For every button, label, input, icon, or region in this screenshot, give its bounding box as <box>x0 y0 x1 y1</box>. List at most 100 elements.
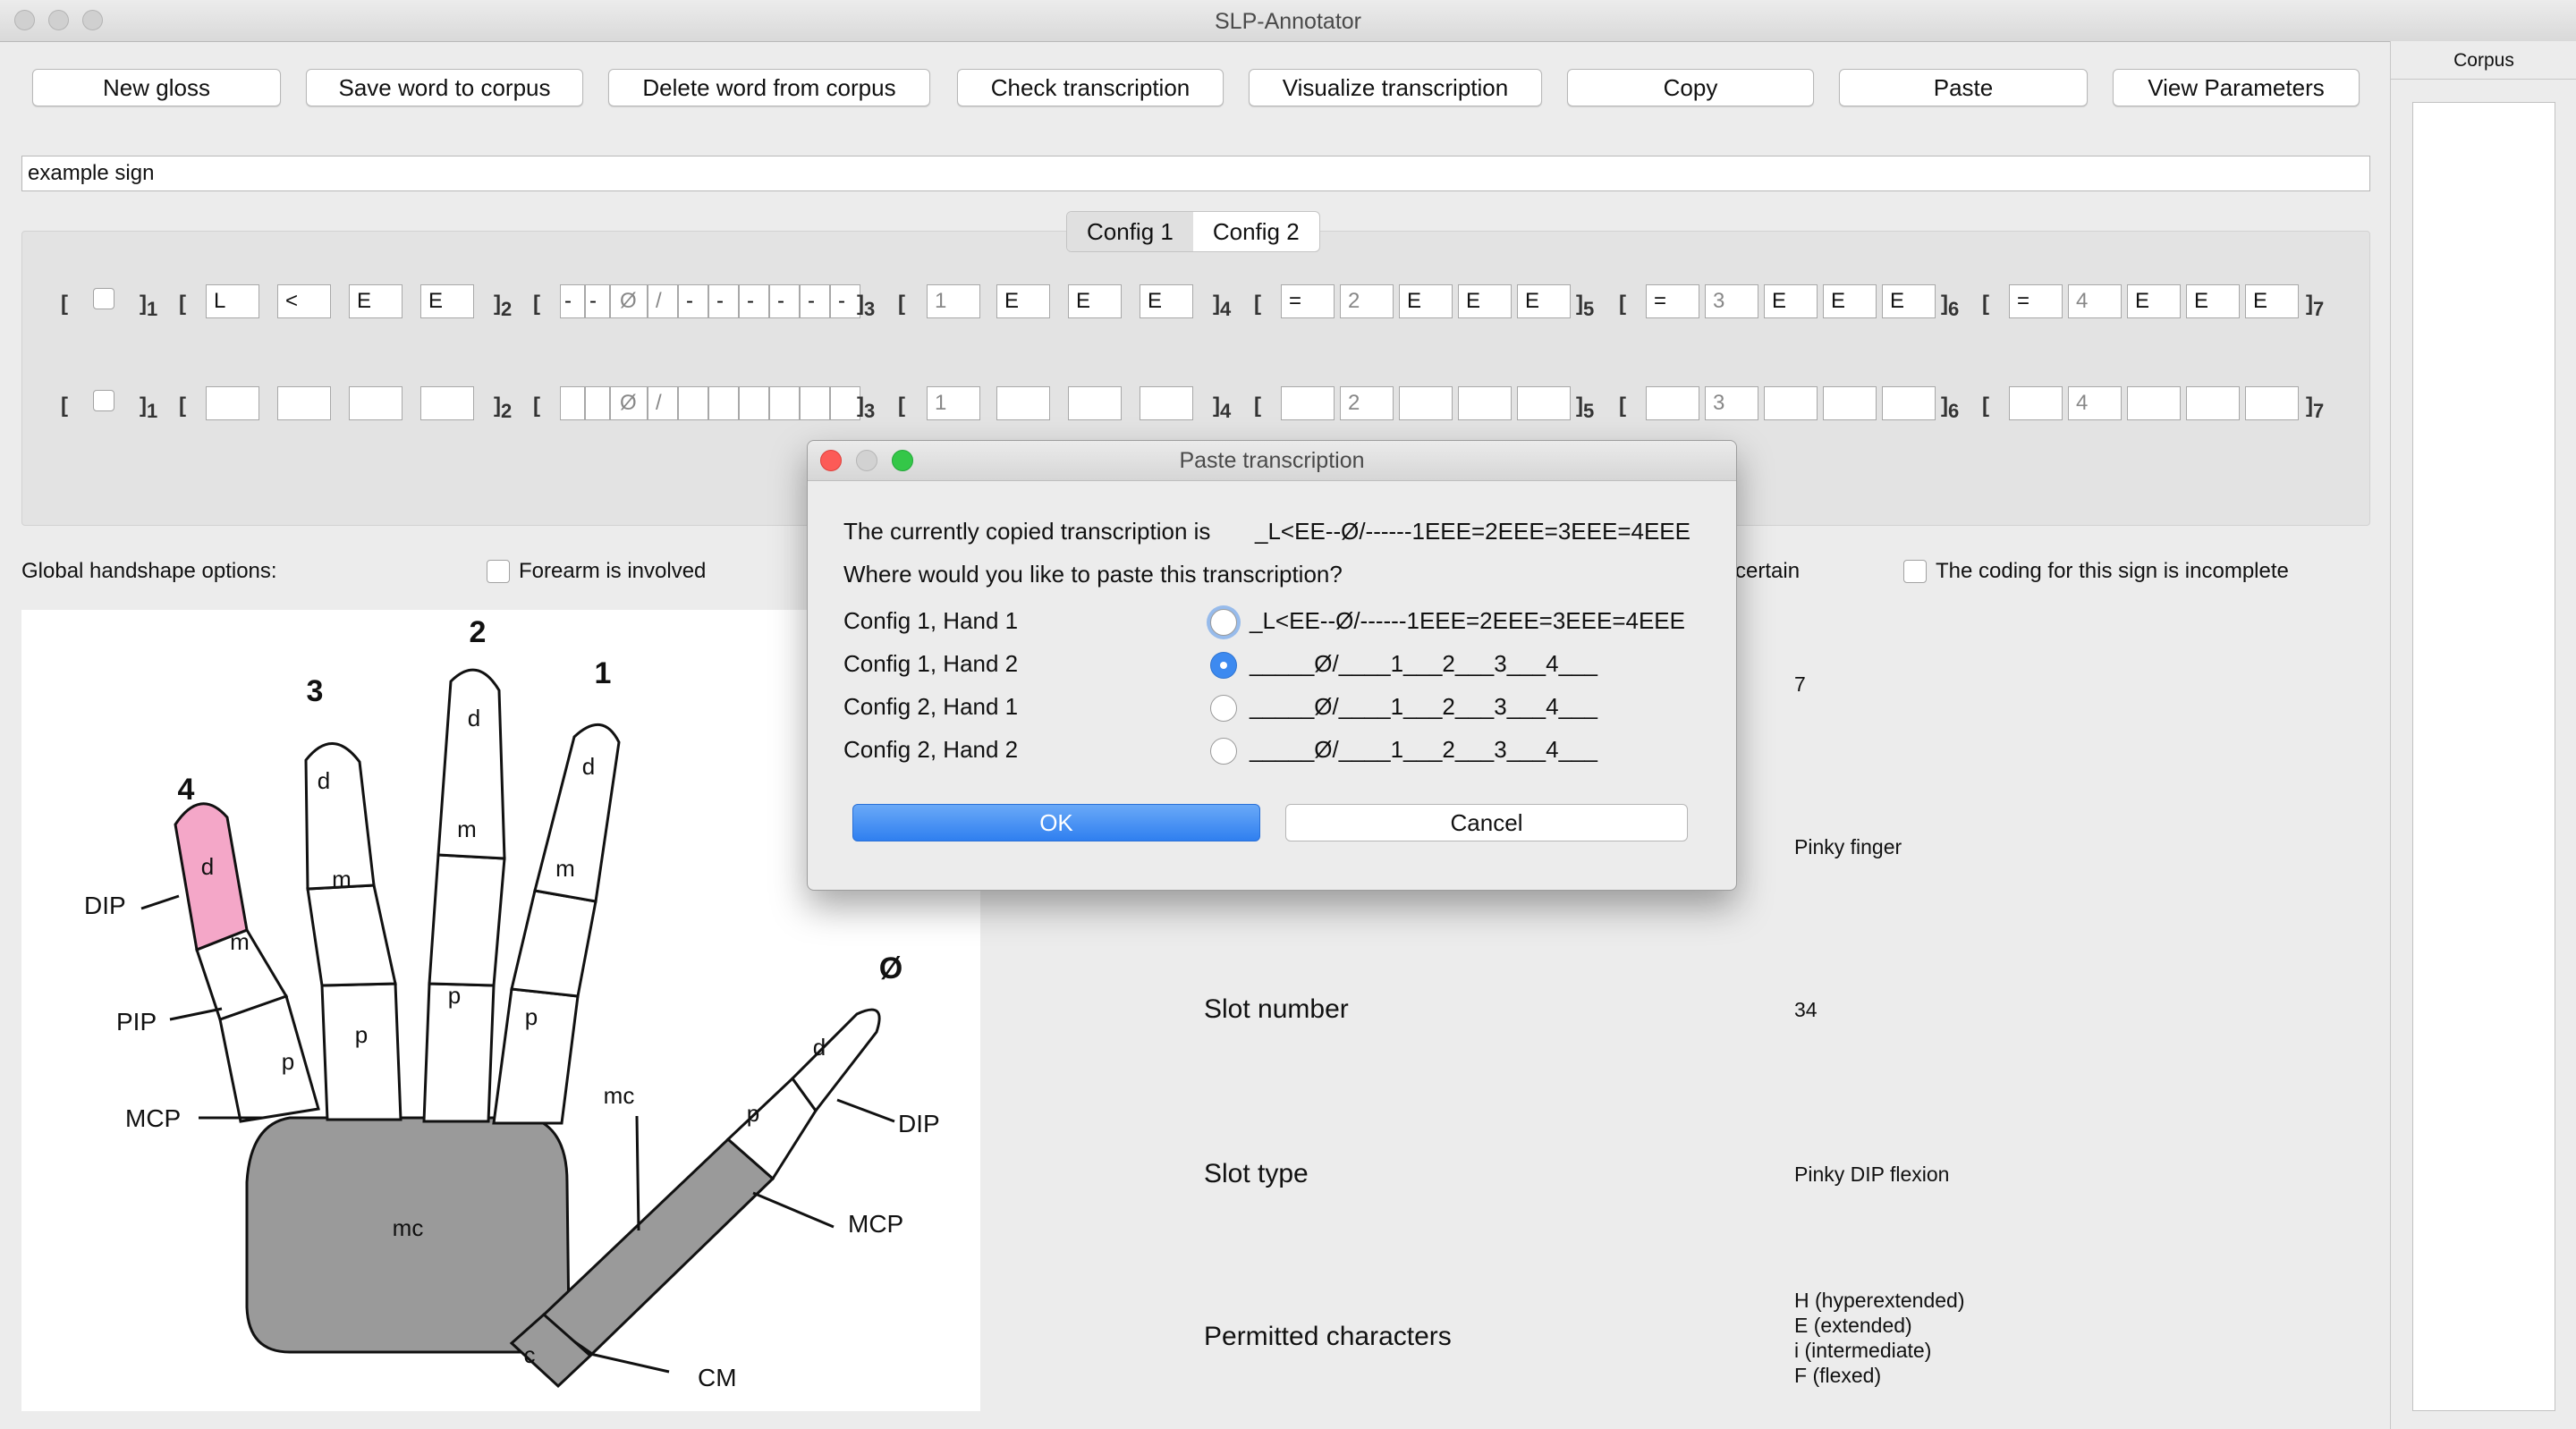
hand1-f3-slot[interactable]: - <box>769 284 800 318</box>
hand1-f6-slot[interactable]: = <box>1646 284 1699 318</box>
hand1-f6-slot[interactable]: E <box>1764 284 1818 318</box>
hand2-f5-slot[interactable]: 2 <box>1340 386 1394 420</box>
hand2-f3-slot[interactable] <box>678 386 708 420</box>
hand1-f5-slot[interactable]: = <box>1281 284 1335 318</box>
copy-button[interactable]: Copy <box>1567 69 1814 106</box>
hand1-f6-slot[interactable]: E <box>1823 284 1877 318</box>
hand1-f3-slot[interactable]: / <box>648 284 678 318</box>
dialog-zoom-button[interactable] <box>892 450 913 471</box>
hand2-f7-slot[interactable] <box>2245 386 2299 420</box>
hand2-f7-slot[interactable] <box>2186 386 2240 420</box>
hand2-f3-slot[interactable]: Ø <box>610 386 648 420</box>
window-title-bar: SLP-Annotator <box>0 0 2576 42</box>
hand2-f5-slot[interactable] <box>1281 386 1335 420</box>
hand1-f4-slot[interactable]: E <box>1140 284 1193 318</box>
option-radio-config1-hand2[interactable] <box>1210 652 1237 679</box>
hand2-f6-slot[interactable] <box>1882 386 1936 420</box>
hand1-f5-slot[interactable]: E <box>1458 284 1512 318</box>
hand1-f2-slot[interactable]: L <box>206 284 259 318</box>
hand2-f5-slot[interactable] <box>1399 386 1453 420</box>
hand2-f5-slot[interactable] <box>1517 386 1571 420</box>
delete-word-button[interactable]: Delete word from corpus <box>608 69 930 106</box>
hand1-f3-slot[interactable]: - <box>678 284 708 318</box>
hand2-f6-slot[interactable] <box>1646 386 1699 420</box>
hand2-f2-slot[interactable] <box>277 386 331 420</box>
paste-button[interactable]: Paste <box>1839 69 2088 106</box>
visualize-transcription-button[interactable]: Visualize transcription <box>1249 69 1542 106</box>
hand2-f3-slot[interactable] <box>800 386 830 420</box>
copied-prefix: The currently copied transcription is <box>843 518 1211 545</box>
hand2-f4-slot[interactable]: 1 <box>927 386 980 420</box>
option-radio-config1-hand1[interactable] <box>1210 609 1237 636</box>
hand2-f7-slot[interactable]: 4 <box>2068 386 2122 420</box>
hand2-f3-slot[interactable]: / <box>648 386 678 420</box>
hand2-f3-slot[interactable] <box>585 386 610 420</box>
hand2-f7-slot[interactable] <box>2127 386 2181 420</box>
ok-button[interactable]: OK <box>852 804 1260 841</box>
gloss-input[interactable]: example sign <box>21 156 2370 191</box>
tab-config-2[interactable]: Config 2 <box>1193 212 1319 251</box>
hand1-f3-slot[interactable]: - <box>708 284 739 318</box>
hand1-f3-slot[interactable]: - <box>830 284 860 318</box>
hand2-f7-slot[interactable] <box>2009 386 2063 420</box>
hand1-f4-slot[interactable]: E <box>1068 284 1122 318</box>
hand2-field1-checkbox[interactable] <box>93 390 114 411</box>
hand1-f2-slot[interactable]: E <box>349 284 402 318</box>
hand2-f5-slot[interactable] <box>1458 386 1512 420</box>
hand2-f4-slot[interactable] <box>1068 386 1122 420</box>
svg-text:MCP: MCP <box>125 1104 181 1132</box>
new-gloss-button[interactable]: New gloss <box>32 69 281 106</box>
hand1-f3-slot[interactable]: - <box>560 284 585 318</box>
hand2-f4-slot[interactable] <box>1140 386 1193 420</box>
hand2-f6-slot[interactable] <box>1764 386 1818 420</box>
hand2-f2-slot[interactable] <box>420 386 474 420</box>
hand1-f7-slot[interactable]: E <box>2186 284 2240 318</box>
check-transcription-button[interactable]: Check transcription <box>957 69 1224 106</box>
permitted-characters-label: Permitted characters <box>1204 1322 1452 1351</box>
hand1-f5-slot[interactable]: E <box>1399 284 1453 318</box>
hand1-f2-slot[interactable]: E <box>420 284 474 318</box>
hand1-f7-slot[interactable]: E <box>2127 284 2181 318</box>
hand2-f3-slot[interactable] <box>830 386 860 420</box>
hand1-field1-checkbox[interactable] <box>93 288 114 309</box>
corpus-list[interactable] <box>2412 102 2555 1411</box>
hand1-f3-slot[interactable]: - <box>739 284 769 318</box>
hand2-f4-slot[interactable] <box>996 386 1050 420</box>
hand1-f3-slot[interactable]: - <box>585 284 610 318</box>
hand1-f5-slot[interactable]: E <box>1517 284 1571 318</box>
hand2-f3-slot[interactable] <box>560 386 585 420</box>
tab-config-1[interactable]: Config 1 <box>1067 212 1193 251</box>
hand1-f7-slot[interactable]: = <box>2009 284 2063 318</box>
hand1-f3-slot[interactable]: - <box>800 284 830 318</box>
hand2-f3-slot[interactable] <box>769 386 800 420</box>
hand1-f7-slot[interactable]: 4 <box>2068 284 2122 318</box>
hand1-f6-slot[interactable]: E <box>1882 284 1936 318</box>
incomplete-label: The coding for this sign is incomplete <box>1936 559 2289 583</box>
hand1-f3-slot[interactable]: Ø <box>610 284 648 318</box>
slot-type-value: Pinky DIP flexion <box>1794 1163 1950 1186</box>
hand2-f2-slot[interactable] <box>206 386 259 420</box>
dialog-minimize-button[interactable] <box>856 450 877 471</box>
cancel-button[interactable]: Cancel <box>1285 804 1688 841</box>
dialog-close-button[interactable] <box>820 450 842 471</box>
option-radio-config2-hand2[interactable] <box>1210 738 1237 765</box>
hand2-f2-slot[interactable] <box>349 386 402 420</box>
option-radio-config2-hand1[interactable] <box>1210 695 1237 722</box>
hand1-f6-slot[interactable]: 3 <box>1705 284 1758 318</box>
hand1-f4-slot[interactable]: E <box>996 284 1050 318</box>
hand1-f4-slot[interactable]: 1 <box>927 284 980 318</box>
svg-text:Ø: Ø <box>879 951 902 985</box>
hand1-f7-slot[interactable]: E <box>2245 284 2299 318</box>
uncertain-label: certain <box>1735 559 1801 583</box>
incomplete-checkbox[interactable] <box>1903 560 1927 583</box>
hand2-f6-slot[interactable]: 3 <box>1705 386 1758 420</box>
hand2-f3-slot[interactable] <box>708 386 739 420</box>
option-value: _L<EE--Ø/------1EEE=2EEE=3EEE=4EEE <box>1250 607 1685 634</box>
view-parameters-button[interactable]: View Parameters <box>2113 69 2360 106</box>
hand1-f2-slot[interactable]: < <box>277 284 331 318</box>
hand2-f3-slot[interactable] <box>739 386 769 420</box>
save-word-button[interactable]: Save word to corpus <box>306 69 583 106</box>
hand2-f6-slot[interactable] <box>1823 386 1877 420</box>
forearm-checkbox[interactable] <box>487 560 510 583</box>
hand1-f5-slot[interactable]: 2 <box>1340 284 1394 318</box>
